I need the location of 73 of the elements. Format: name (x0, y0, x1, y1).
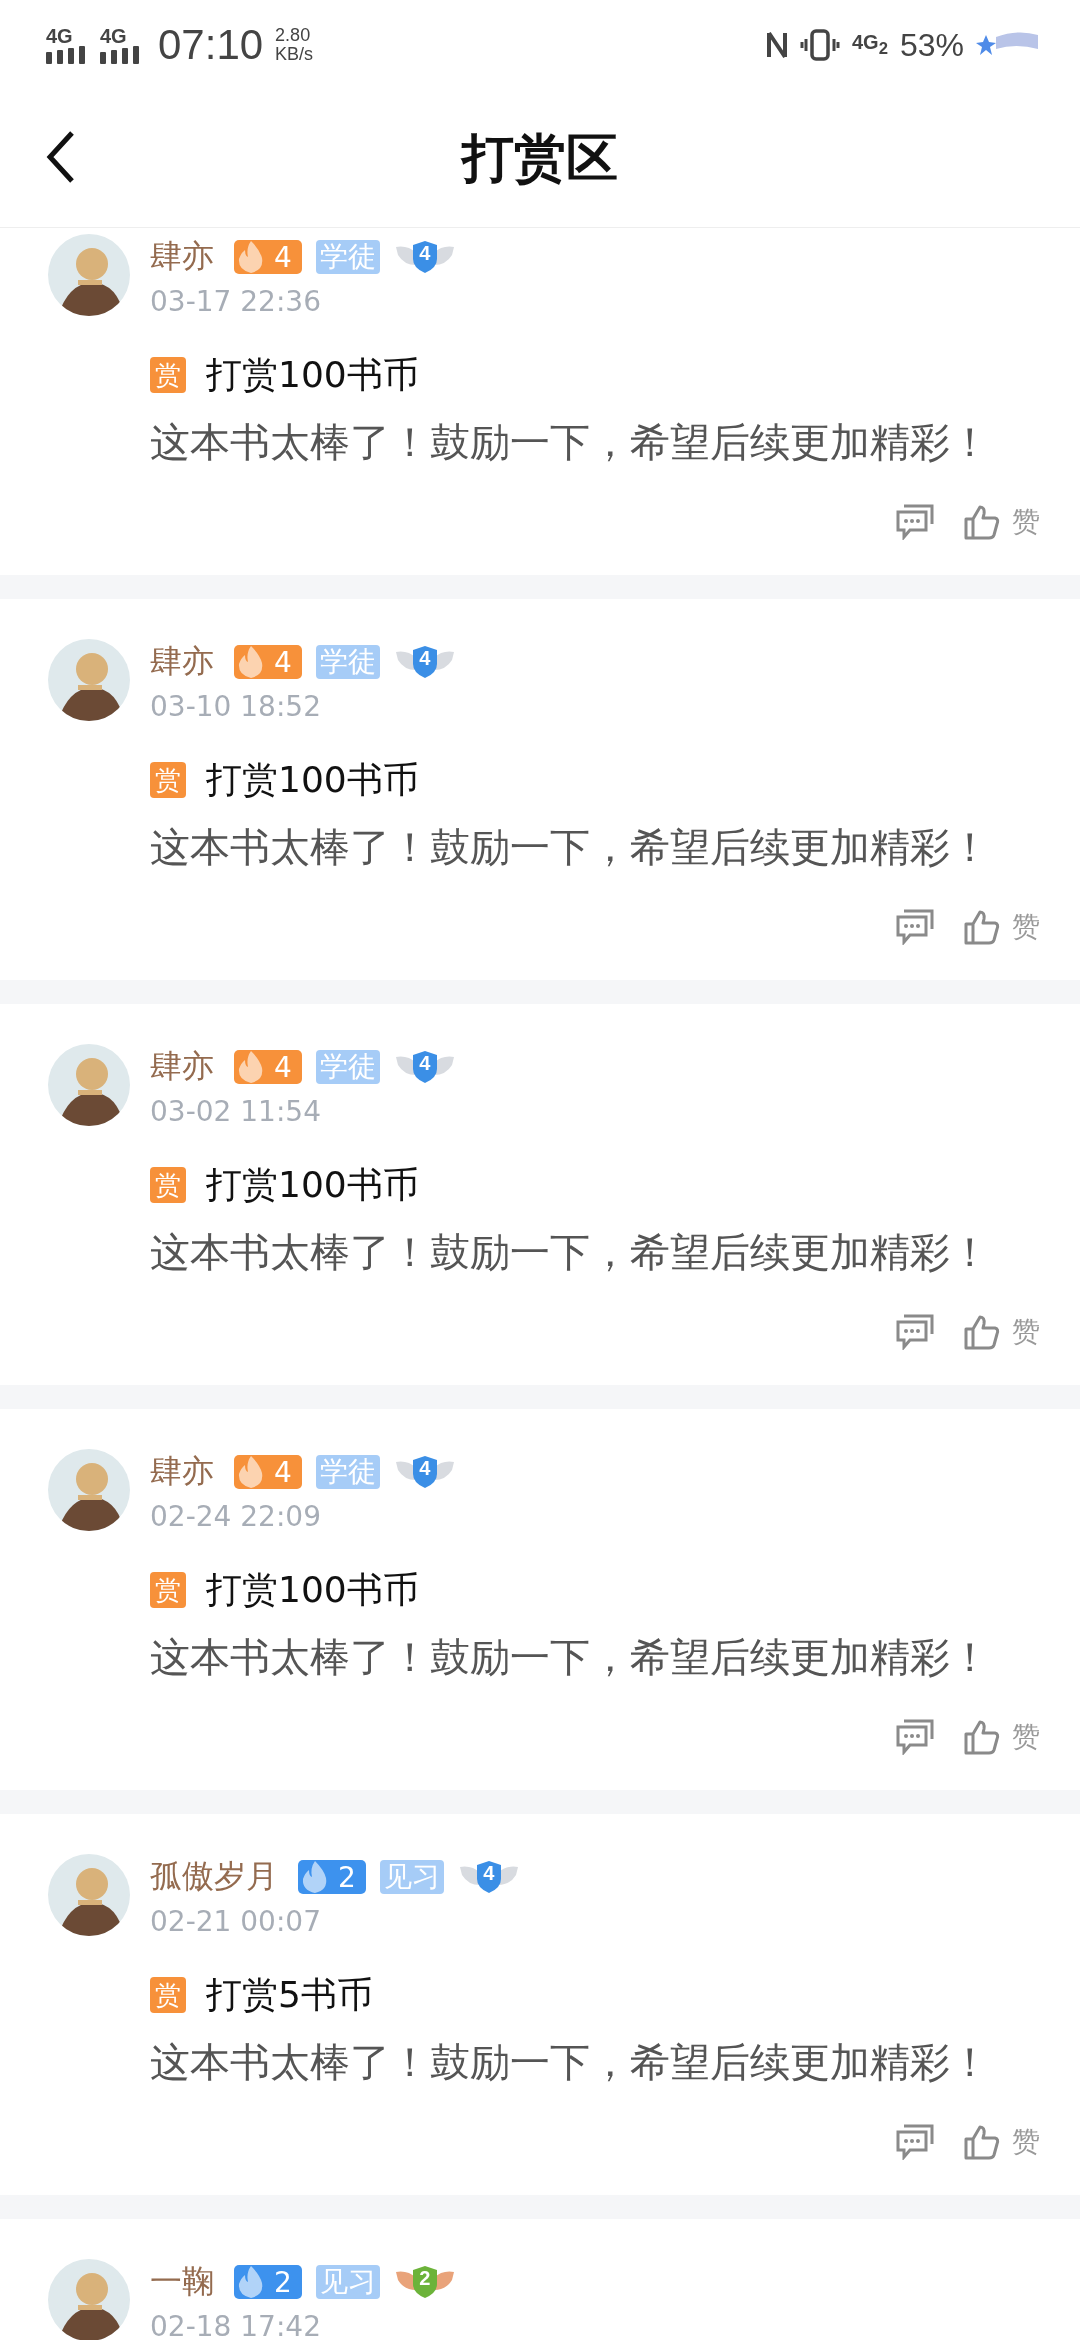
rank-tag: 学徒 (315, 1050, 380, 1084)
level-number: 2 (274, 2265, 292, 2299)
level-number: 2 (338, 1860, 356, 1894)
level-number: 4 (274, 645, 292, 679)
reward-tag: 赏 (150, 357, 186, 393)
network-speed-unit: KB/s (275, 45, 314, 64)
vibrate-icon (800, 29, 840, 61)
comment-text: 这本书太棒了！鼓励一下，希望后续更加精彩！ (150, 1633, 991, 1682)
thumbs-up-icon (964, 504, 1000, 540)
reward-amount: 打赏100书币 (206, 1162, 419, 1207)
nfc-icon (766, 29, 788, 61)
post-time: 02-24 22:09 (150, 1499, 322, 1535)
post-time: 03-10 18:52 (150, 689, 322, 725)
reward-tag: 赏 (150, 1167, 186, 1203)
comment-text: 这本书太棒了！鼓励一下，希望后续更加精彩！ (150, 1228, 991, 1277)
signal-icon (100, 46, 142, 64)
user-name[interactable]: 肆亦 (150, 1045, 214, 1089)
level-number: 4 (274, 240, 292, 274)
comment-text: 这本书太棒了！鼓励一下，希望后续更加精彩！ (150, 2038, 991, 2087)
level-number: 4 (274, 1455, 292, 1489)
like-button[interactable]: 赞 (964, 908, 1040, 946)
battery-level: 53% (899, 26, 964, 64)
user-name[interactable]: 一鞠 (150, 2260, 214, 2304)
comment-icon[interactable] (896, 1719, 934, 1755)
back-icon[interactable] (46, 130, 76, 184)
reward-amount: 打赏100书币 (206, 757, 419, 802)
reward-amount: 打赏100书币 (206, 1567, 419, 1612)
user-name[interactable]: 肆亦 (150, 235, 214, 279)
rank-tag: 学徒 (315, 1455, 380, 1489)
reward-amount: 打赏100书币 (206, 352, 419, 397)
clock: 07:10 (158, 21, 264, 69)
like-button[interactable]: 赞 (964, 503, 1040, 541)
medal-level: 4 (418, 1052, 432, 1075)
thumbs-up-icon (964, 2124, 1000, 2160)
comment-icon[interactable] (896, 909, 934, 945)
reward-tag: 赏 (150, 762, 186, 798)
medal-level: 4 (418, 1457, 432, 1480)
thumbs-up-icon (964, 909, 1000, 945)
network-speed: 2.80 (275, 26, 312, 45)
reward-tag: 赏 (150, 1572, 186, 1608)
thumbs-up-icon (964, 1314, 1000, 1350)
reward-tag: 赏 (150, 1977, 186, 2013)
rank-tag: 见习 (379, 1860, 444, 1894)
network-type: 4G (100, 26, 127, 46)
post-time: 02-21 00:07 (150, 1904, 322, 1940)
signal-icon (46, 46, 88, 64)
like-button[interactable]: 赞 (964, 2123, 1040, 2161)
level-number: 4 (274, 1050, 292, 1084)
medal-level: 4 (418, 647, 432, 670)
mobile-data-label: 4G$_{2}$ (852, 31, 888, 59)
like-button[interactable]: 赞 (964, 1313, 1040, 1351)
comment-icon[interactable] (896, 1314, 934, 1350)
rank-tag: 学徒 (315, 240, 380, 274)
post-time: 03-17 22:36 (150, 284, 322, 320)
thumbs-up-icon (964, 1719, 1000, 1755)
post-time: 02-18 17:42 (150, 2309, 322, 2340)
comment-text: 这本书太棒了！鼓励一下，希望后续更加精彩！ (150, 823, 991, 872)
rank-tag: 见习 (315, 2265, 380, 2299)
like-button[interactable]: 赞 (964, 1718, 1040, 1756)
user-name[interactable]: 肆亦 (150, 1450, 214, 1494)
comment-icon[interactable] (896, 2124, 934, 2160)
medal-level: 4 (482, 1862, 496, 1885)
reward-amount: 打赏5书币 (206, 1972, 373, 2017)
medal-level: 4 (418, 242, 432, 265)
medal-level: 2 (418, 2267, 432, 2290)
comment-text: 这本书太棒了！鼓励一下，希望后续更加精彩！ (150, 418, 991, 467)
rank-tag: 学徒 (315, 645, 380, 679)
network-type: 4G (46, 26, 73, 46)
post-time: 03-02 11:54 (150, 1094, 322, 1130)
user-name[interactable]: 孤傲岁月 (150, 1855, 278, 1899)
user-name[interactable]: 肆亦 (150, 640, 214, 684)
page-title: 打赏区 (462, 125, 618, 190)
comment-icon[interactable] (896, 504, 934, 540)
